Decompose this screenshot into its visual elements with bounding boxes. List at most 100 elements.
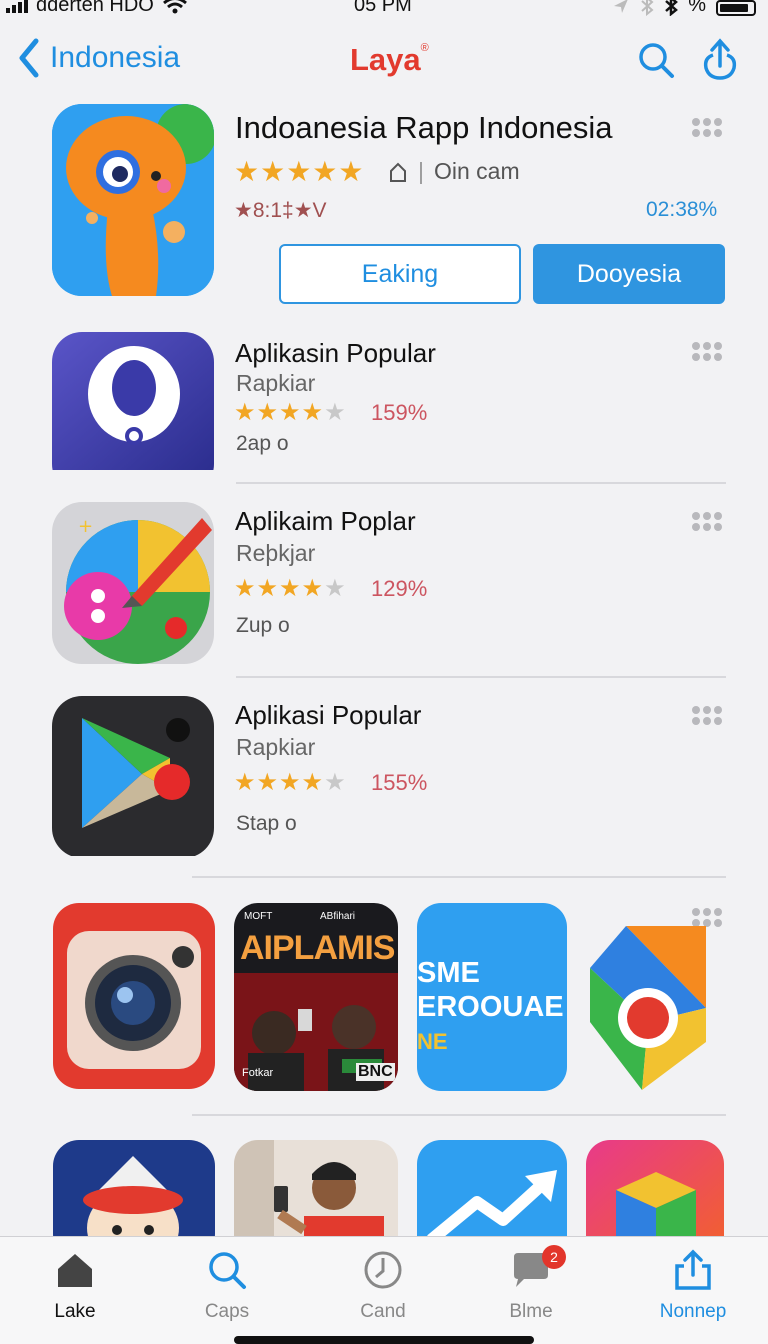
more-options-icon[interactable] [692,706,722,726]
chevron-left-icon [19,38,39,78]
bluetooth-icon [665,0,679,16]
stars-filled: ★★★★ [234,575,325,602]
featured-code: ★8:1‡★V [234,199,327,222]
status-right: % [612,0,756,17]
list-item[interactable]: Aplikasi Popular Rapkiar ★★★★★ 155% Stap… [0,696,768,866]
bluetooth-icon [641,0,654,16]
app-icon [52,696,214,858]
search-icon [209,1252,246,1289]
stars-empty: ★ [324,769,346,796]
tab-blme[interactable]: 2 Blme [476,1245,586,1329]
notification-badge: 2 [542,1245,566,1269]
divider [192,876,726,878]
tab-bar: Lake Caps Cand 2 Blme Nonnep [0,1236,768,1344]
poster-top-left: MOFT [244,911,273,922]
status-bar: ddérten HDO 05 PM % [0,0,768,22]
tab-nonnep[interactable]: Nonnep [638,1249,748,1329]
app-size: Stap o [236,812,297,835]
featured-percent: 02:38% [646,198,718,221]
tab-caps[interactable]: Caps [172,1249,282,1329]
app-store-screen: ddérten HDO 05 PM % Indonesia Laya® Indo… [0,0,768,1344]
app-size: Zup o [236,614,290,637]
location-icon [614,0,628,13]
app-percent: 129% [371,576,428,601]
share-icon [675,1249,711,1290]
camera-icon [53,903,215,1089]
list-item[interactable]: Aplikasin Popular Rapkiar ★★★★★ 159% 2ap… [0,332,768,502]
poster-bottom-right: BNC [356,1063,395,1081]
play-icon [52,696,214,856]
featured-meta: | Oin cam [388,158,520,185]
divider [236,482,726,484]
primary-action-button[interactable]: Dooyesia [533,244,725,304]
featured-app-title[interactable]: Indoanesia Rapp Indonesia [235,110,612,146]
app-rating-stars: ★★★★★ [234,574,346,603]
tile-line-1: SME [417,957,480,989]
clock-icon [364,1251,402,1289]
poster-bottom-left: Fotkar [242,1067,274,1079]
navigation-bar: Indonesia Laya® [0,34,768,90]
tab-label: Cand [360,1301,406,1322]
search-icon[interactable] [636,40,676,80]
tab-label: Nonnep [659,1301,727,1322]
poster-top-right: ABfihari [320,911,356,922]
poster-headline: AIPLAMIS [240,929,395,967]
divider [192,1114,726,1116]
home-icon [58,1254,92,1287]
app-subtitle: Rapkiar [236,370,316,396]
tile-line-3: NE [417,1029,448,1054]
stars-empty: ★ [324,575,346,602]
tab-label: Caps [204,1301,250,1322]
app-size: 2ap o [236,432,289,455]
app-rating-stars: ★★★★★ [234,398,346,427]
carrier-label: ddérten HDO [36,0,154,16]
stars-filled: ★★★★ [234,399,325,426]
wifi-icon [162,0,187,13]
page-title-mark: ® [420,42,429,54]
app-title: Aplikasin Popular [235,338,436,368]
status-time: 05 PM [354,0,412,16]
back-label: Indonesia [50,41,181,74]
app-title: Aplikaim Poplar [235,506,416,536]
tab-lake[interactable]: Lake [20,1249,130,1329]
more-options-icon[interactable] [692,118,722,138]
list-item[interactable]: + Aplikaim Poplar Reþkjar ★★★★★ 129% Zup… [0,502,768,672]
battery-icon [716,0,756,16]
meta-separator: | [418,158,424,184]
app-tile-camera[interactable] [53,903,215,1089]
app-percent: 159% [371,400,428,425]
browser-logo-icon [590,926,706,1090]
app-title: Aplikasi Popular [235,700,422,730]
tile-line-2: EROOUAE [417,991,564,1023]
featured-meta-text: Oin cam [433,158,520,184]
back-button[interactable]: Indonesia [18,38,180,78]
home-outline-icon [390,162,406,182]
signal-icon [6,0,28,13]
more-options-icon[interactable] [692,512,722,532]
app-tile-blue-text[interactable]: SME EROOUAE NE [417,903,567,1091]
app-percent: 155% [371,770,428,795]
app-tile-browser[interactable] [586,922,710,1092]
more-options-icon[interactable] [692,342,722,362]
app-subtitle: Rapkiar [236,734,316,760]
battery-percent: % [688,0,706,16]
app-subtitle: Reþkjar [236,540,316,566]
mascot-icon [52,104,214,296]
app-tile-poster[interactable]: MOFT ABfihari AIPLAMIS Fotkar BNC [234,903,398,1091]
page-title-text: Laya [350,42,421,77]
share-icon[interactable] [700,36,740,82]
tab-cand[interactable]: Cand [328,1249,438,1329]
page-title: Laya® [350,42,429,78]
paint-brush-icon: + [52,502,214,664]
secondary-action-button[interactable]: Eaking [279,244,521,304]
app-icon [52,332,214,494]
divider [236,676,726,678]
app-icon: + [52,502,214,664]
tab-label: Blme [509,1301,553,1322]
svg-text:+: + [78,516,93,537]
home-indicator [234,1336,534,1344]
stars-empty: ★ [324,399,346,426]
featured-app-icon[interactable] [52,104,214,296]
stars-filled: ★★★★ [234,769,325,796]
tab-label: Lake [54,1301,96,1322]
